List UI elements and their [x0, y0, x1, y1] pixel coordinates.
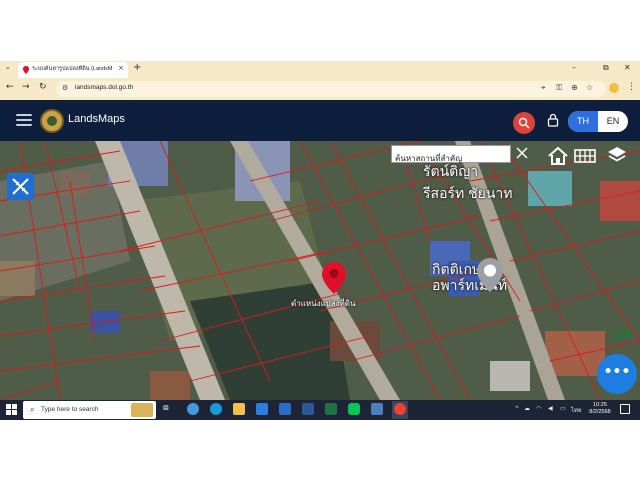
bookmark-star-icon[interactable]: ☆ — [586, 83, 593, 92]
notification-icon[interactable] — [620, 404, 630, 414]
taskbar-clock[interactable]: 10:25 8/2/2568 — [585, 402, 615, 416]
map-imagery — [0, 141, 640, 400]
network-icon[interactable]: ☁ — [524, 405, 530, 412]
browser-menu-icon[interactable]: ⋮ — [627, 82, 636, 92]
clock-time: 10:25 — [593, 402, 607, 408]
tab-close-icon[interactable]: × — [118, 64, 124, 72]
wifi-icon[interactable]: ◠ — [536, 405, 541, 412]
battery-icon[interactable]: ▭ — [560, 405, 566, 412]
site-settings-icon[interactable]: ⚙ — [62, 84, 68, 92]
word-icon[interactable] — [302, 403, 314, 415]
satellite-map[interactable]: รัตน์ติญา รีสอร์ท ชัยนาท กิตติเกษม อพาร์… — [0, 141, 640, 400]
search-icon — [518, 117, 530, 129]
parcel-grid-icon[interactable] — [574, 149, 596, 163]
window-close-button[interactable]: ✕ — [624, 63, 631, 72]
department-of-lands-logo — [40, 109, 64, 133]
file-explorer-icon[interactable] — [233, 403, 245, 415]
top-margin — [0, 0, 640, 61]
url-text[interactable]: landsmaps.dol.go.th — [75, 84, 133, 91]
taskbar-search-box[interactable]: ⌕ Type here to search — [23, 401, 156, 419]
zoom-icon[interactable]: ⊕ — [571, 83, 578, 92]
input-language[interactable]: ไทย — [571, 405, 582, 415]
mail-icon[interactable] — [279, 403, 291, 415]
poi-search-input[interactable] — [391, 145, 511, 167]
browser-tab[interactable]: ระบบค้นหารูปแปลงที่ดิน (LandsMa × — [18, 62, 128, 78]
hamburger-menu-icon[interactable] — [16, 114, 32, 126]
chrome-icon[interactable] — [394, 403, 406, 415]
task-view-icon[interactable]: ⧈ — [163, 403, 175, 415]
store-icon[interactable] — [256, 403, 268, 415]
app-title: LandsMaps — [68, 113, 125, 125]
taskbar-search-icon: ⌕ — [30, 405, 35, 414]
photos-icon[interactable] — [371, 403, 383, 415]
address-bar[interactable]: ⚙ landsmaps.dol.go.th ⌖ ⚿ ⊕ ☆ — [56, 81, 606, 97]
gk-label: GK — [614, 326, 634, 341]
clock-date: 8/2/2568 — [589, 409, 611, 415]
profile-avatar[interactable] — [609, 83, 619, 93]
taskbar-search-placeholder: Type here to search — [41, 406, 99, 413]
parcel-marker-icon[interactable] — [322, 262, 346, 294]
tab-title: ระบบค้นหารูปแปลงที่ดิน (LandsMa — [32, 66, 112, 72]
lang-en-button[interactable]: EN — [598, 111, 628, 132]
volume-icon[interactable]: ◀ — [548, 405, 553, 412]
poi-search-field[interactable] — [392, 150, 510, 167]
search-button[interactable] — [513, 112, 535, 134]
lang-th-button[interactable]: TH — [568, 111, 598, 132]
tab-search-menu-icon[interactable]: ⌄ — [5, 63, 11, 71]
window-restore-button[interactable]: ⧉ — [603, 63, 609, 73]
edge-icon[interactable] — [210, 403, 222, 415]
window-minimize-button[interactable]: – — [572, 63, 576, 72]
more-options-button[interactable]: ••• — [597, 354, 637, 394]
windows-start-icon[interactable] — [6, 404, 17, 415]
search-highlight-image — [131, 403, 153, 417]
location-pin-icon — [477, 258, 503, 292]
ruler-pencil-icon — [12, 178, 29, 195]
place-label-resort: รัตน์ติญา รีสอร์ท ชัยนาท — [423, 163, 513, 201]
measure-tool-button[interactable] — [7, 173, 34, 200]
location-icon[interactable]: ⌖ — [541, 83, 546, 93]
clear-search-icon[interactable] — [516, 147, 528, 159]
excel-icon[interactable] — [325, 403, 337, 415]
password-key-icon[interactable]: ⚿ — [556, 83, 562, 93]
layers-icon[interactable] — [607, 145, 627, 165]
forward-icon[interactable]: → — [22, 82, 30, 92]
home-icon[interactable] — [547, 147, 569, 165]
language-toggle[interactable]: TH EN — [568, 111, 628, 132]
new-tab-button[interactable]: + — [133, 62, 141, 73]
widgets-icon[interactable] — [187, 403, 199, 415]
back-icon[interactable]: ← — [6, 82, 14, 92]
parcel-marker-label: ตำแหน่งแปลงที่ดิน — [291, 299, 356, 308]
lock-icon[interactable] — [547, 113, 559, 127]
line-icon[interactable] — [348, 403, 360, 415]
map-pin-favicon-icon — [23, 66, 29, 74]
reload-icon[interactable]: ↻ — [39, 82, 47, 92]
show-hidden-icons[interactable]: ⌃ — [514, 405, 520, 413]
bottom-margin — [0, 420, 640, 480]
